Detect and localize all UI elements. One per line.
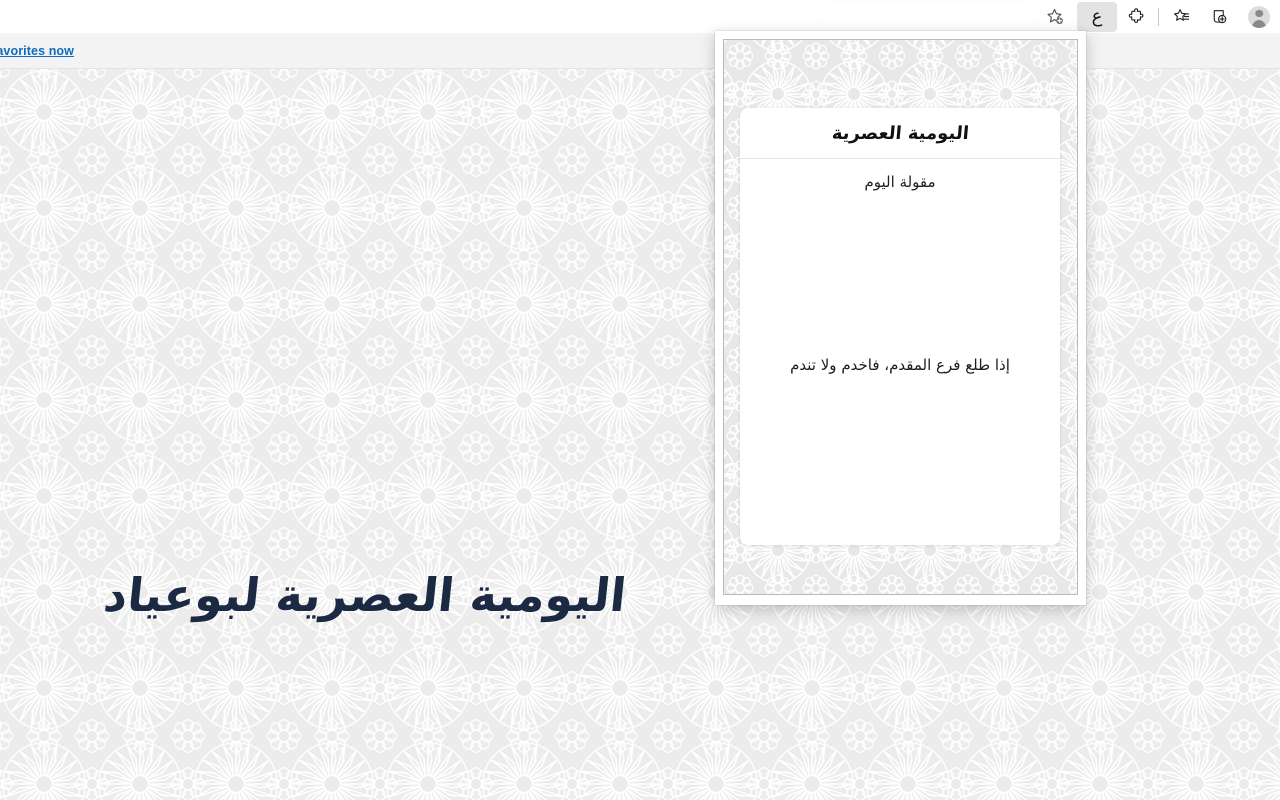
quote-card-title: اليومية العصرية [740, 108, 1060, 159]
address-bar[interactable] [818, 1, 1038, 32]
avatar-icon [1248, 5, 1270, 28]
collections-add-icon [1210, 7, 1229, 26]
extension-popup: اليومية العصرية مقولة اليوم إذا طلع فرع … [715, 31, 1086, 605]
page-content: اليومية العصرية لبوعياد [0, 68, 1280, 800]
quote-of-the-day-text: إذا طلع فرع المقدم، فاخدم ولا تندم [790, 356, 1010, 374]
browser-window: ع vorites now اليومية العصرية لبوعياد ال… [0, 0, 1280, 800]
arabic-ain-glyph-icon: ع [1091, 5, 1103, 27]
page-title: اليومية العصرية لبوعياد [101, 568, 629, 622]
extensions-button[interactable] [1117, 2, 1155, 32]
puzzle-piece-icon [1127, 7, 1146, 26]
favorites-star-list-icon [1172, 7, 1191, 26]
extension-aliawmia-button[interactable]: ع [1077, 1, 1117, 32]
quote-card-title-text: اليومية العصرية [830, 122, 970, 144]
avatar-head [1255, 9, 1263, 17]
add-to-favorites-button[interactable] [1037, 2, 1071, 32]
toolbar-actions: ع [1037, 0, 1280, 33]
quote-card: اليومية العصرية مقولة اليوم إذا طلع فرع … [740, 108, 1060, 545]
avatar-body [1251, 19, 1267, 28]
pattern-tiles [0, 68, 1280, 800]
profile-button[interactable] [1238, 0, 1280, 33]
popup-inner-frame: اليومية العصرية مقولة اليوم إذا طلع فرع … [723, 39, 1078, 595]
import-favorites-link[interactable]: Import your favorites now [0, 44, 74, 58]
quote-card-subtitle: مقولة اليوم [864, 173, 936, 191]
star-add-icon [1045, 7, 1064, 26]
collections-button[interactable] [1200, 2, 1238, 32]
page-background-pattern [0, 68, 1280, 800]
favorites-button[interactable] [1162, 2, 1200, 32]
toolbar-divider [1158, 7, 1159, 26]
browser-toolbar: ع [0, 0, 1280, 33]
favorites-bar: Import your favorites now [0, 33, 1280, 69]
